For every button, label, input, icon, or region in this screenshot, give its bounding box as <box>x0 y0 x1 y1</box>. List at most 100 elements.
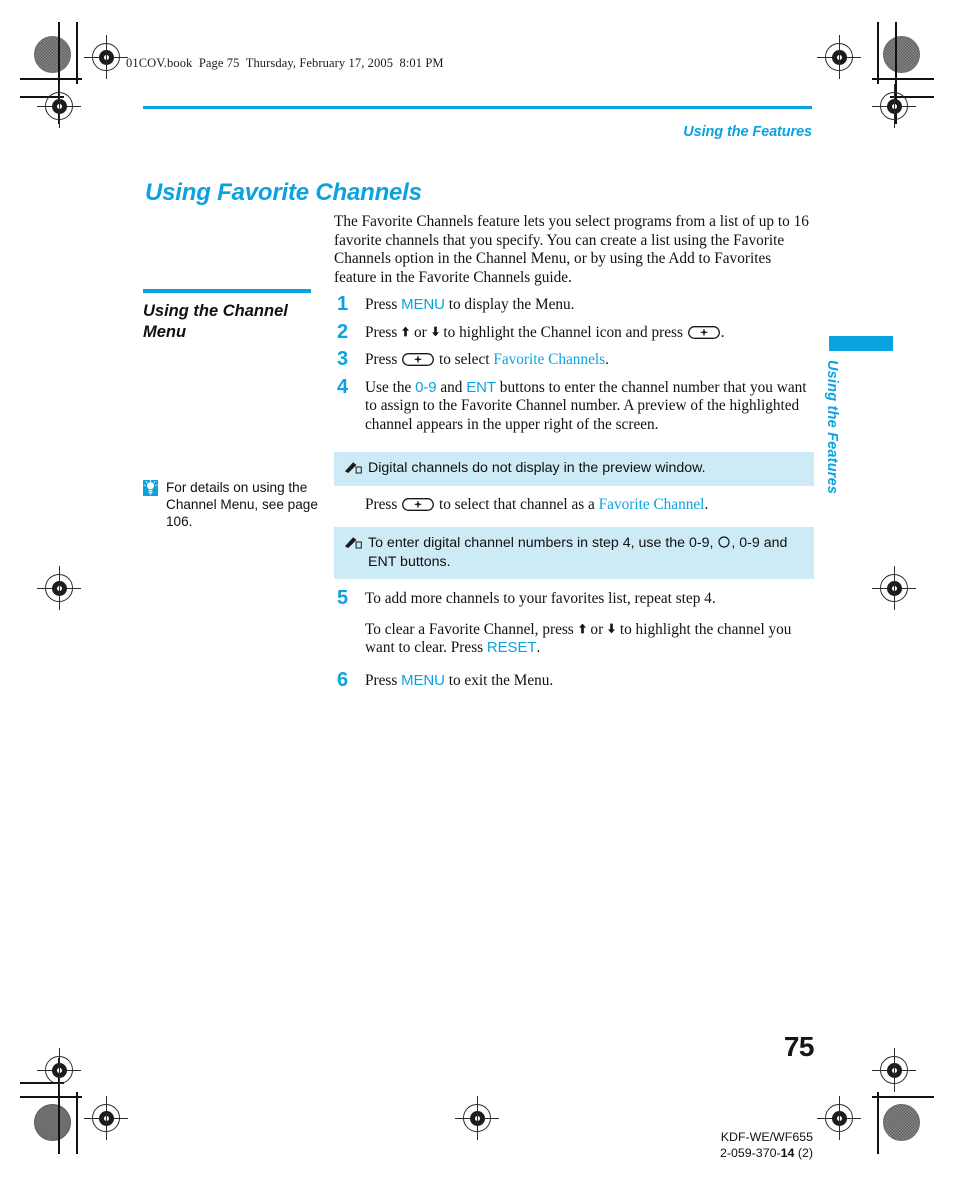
run-text: To enter digital channel numbers in step… <box>368 535 718 551</box>
registration-target-bottom-center <box>455 1096 499 1140</box>
registration-target-left-bottom <box>37 1048 81 1092</box>
step-text: Press to select Favorite Channels. <box>365 351 816 370</box>
pencil-note-icon <box>344 536 362 549</box>
note-text: To enter digital channel numbers in step… <box>368 535 787 570</box>
document-number: 2-059-370-14 (2) <box>720 1146 813 1162</box>
arrow-down-icon <box>431 324 440 339</box>
arrow-up-icon <box>401 324 410 339</box>
thumb-tab-label: Using the Features <box>824 360 840 495</box>
crop-mark-bottom-right-h <box>872 1096 934 1098</box>
run-text: to display the Menu. <box>444 296 575 313</box>
arrow-down-icon <box>607 621 616 636</box>
circle-button-icon <box>718 535 730 548</box>
colophon: KDF-WE/WF655 2-059-370-14 (2) <box>720 1130 813 1161</box>
page-title: Using Favorite Channels <box>145 179 422 207</box>
key-label: MENU <box>401 671 445 689</box>
step-text: Press or to highlight the Channel icon a… <box>365 324 816 343</box>
run-text: Digital channels do not display in the p… <box>368 460 706 476</box>
intro-paragraph: The Favorite Channels feature lets you s… <box>334 213 809 287</box>
doc-number-suffix: (2) <box>794 1145 813 1160</box>
page-number: 75 <box>783 1031 815 1062</box>
run-text: . <box>536 639 541 657</box>
crop-mark-bottom-right-v <box>877 1092 879 1154</box>
steps-list-continued: 5 To add more channels to your favorites… <box>334 587 816 699</box>
registration-target-left-top <box>37 84 81 128</box>
header-rule <box>143 106 812 109</box>
registration-target-mid-right <box>872 566 916 610</box>
menu-item-label: Favorite Channel <box>598 496 705 513</box>
run-text: To add more channels to your favorites l… <box>365 590 716 607</box>
thumb-tab-bar <box>829 336 893 351</box>
crop-mark-top-right-h <box>872 78 934 80</box>
registration-target-bottom-left <box>84 1096 128 1140</box>
step-item-4: 4 Use the 0-9 and ENT buttons to enter t… <box>334 376 816 435</box>
step-text: To add more channels to your favorites l… <box>365 590 816 609</box>
sidebar-section-heading: Using the Channel Menu <box>143 302 288 341</box>
run-text: to exit the Menu. <box>444 671 554 689</box>
crop-mark-top-right-v <box>877 22 879 84</box>
arrow-up-icon <box>578 621 587 636</box>
key-label: RESET <box>486 639 537 657</box>
registration-target-mid-left <box>37 566 81 610</box>
registration-dot-bottom-left <box>34 1104 71 1141</box>
model-number: KDF-WE/WF655 <box>720 1130 813 1144</box>
step-item-3: 3 Press to select Favorite Channels. <box>334 348 816 371</box>
registration-dot-bottom-right <box>883 1104 920 1141</box>
note-box-2: To enter digital channel numbers in step… <box>334 527 814 579</box>
step-item-5: 5 To add more channels to your favorites… <box>334 587 816 658</box>
run-text: . <box>605 351 609 369</box>
step-number: 1 <box>337 293 349 315</box>
key-label: ENT <box>466 378 496 396</box>
step-item-6: 6 Press MENU to exit the Menu. <box>334 669 816 691</box>
run-text: to select <box>435 351 494 369</box>
run-text: Press <box>365 296 402 313</box>
run-text: . <box>720 323 725 341</box>
step-text: Use the 0-9 and ENT buttons to enter the… <box>365 379 816 435</box>
registration-dot-top-right <box>883 36 920 73</box>
crop-mark-bottom-left-v <box>76 1092 78 1154</box>
step-text: Press MENU to exit the Menu. <box>365 672 816 691</box>
key-label: MENU <box>401 296 445 313</box>
run-text: Press <box>365 323 402 341</box>
jog-select-button-icon <box>402 353 435 367</box>
sidebar-heading-rule <box>143 289 311 293</box>
note-content: To enter digital channel numbers in step… <box>344 534 804 571</box>
crop-mark-bottom-left-h <box>20 1096 82 1098</box>
run-text: Use the <box>365 378 416 396</box>
crop-mark-top-left-v <box>76 22 78 84</box>
key-label: 0-9 <box>415 378 437 396</box>
registration-dot-top-left <box>34 36 71 73</box>
run-text: . <box>704 496 709 513</box>
run-text: Press <box>365 496 402 513</box>
step-text: Press MENU to display the Menu. <box>365 296 816 315</box>
doc-number-revision: 14 <box>780 1145 795 1160</box>
sidebar-tip-text: For details on using the Channel Menu, s… <box>166 480 318 530</box>
run-text: To clear a Favorite Channel, press <box>365 620 578 638</box>
run-text: to highlight the Channel icon and press <box>439 323 687 341</box>
registration-target-right-top <box>872 84 916 128</box>
step-extra-text: To clear a Favorite Channel, press or to… <box>365 621 816 658</box>
run-text: or <box>586 620 607 638</box>
pencil-note-icon <box>344 461 362 474</box>
run-text: and <box>436 378 467 396</box>
registration-target-bottom-right <box>817 1096 861 1140</box>
run-text: Press <box>365 351 402 369</box>
run-text: to select that channel as a <box>435 496 599 513</box>
note-content: Digital channels do not display in the p… <box>344 459 804 478</box>
run-text: or <box>410 323 431 341</box>
step-item-1: 1 Press MENU to display the Menu. <box>334 293 816 315</box>
jog-select-button-icon <box>687 325 720 339</box>
registration-target-top-left <box>84 35 128 79</box>
step-number: 3 <box>337 348 349 371</box>
step-number: 5 <box>337 587 349 609</box>
jog-select-button-icon <box>402 498 435 511</box>
menu-item-label: Favorite Channels <box>493 351 606 369</box>
lightbulb-icon <box>143 480 158 496</box>
sidebar-tip: For details on using the Channel Menu, s… <box>143 479 333 531</box>
crop-mark-top-left-h <box>20 78 82 80</box>
sub-paragraph-select-channel: Press to select that channel as a Favori… <box>334 496 847 515</box>
step-item-2: 2 Press or to highlight the Channel icon… <box>334 321 816 343</box>
doc-number-prefix: 2-059-370- <box>719 1145 781 1160</box>
note-text: Digital channels do not display in the p… <box>368 460 706 476</box>
note-box-1: Digital channels do not display in the p… <box>334 452 814 486</box>
